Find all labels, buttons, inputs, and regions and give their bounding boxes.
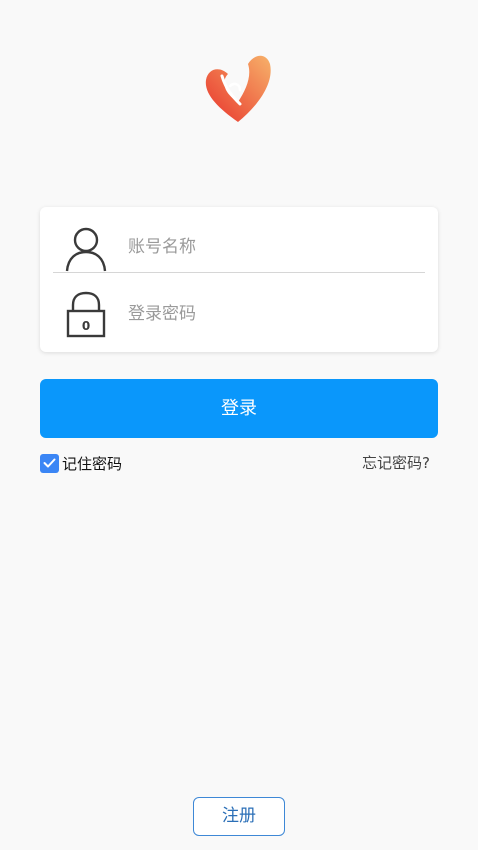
- login-form-card: 0: [40, 207, 438, 352]
- lock-digit: 0: [82, 319, 90, 333]
- form-divider: [53, 272, 425, 273]
- checkmark-icon: [43, 458, 56, 468]
- username-row: [40, 213, 438, 279]
- login-button[interactable]: 登录: [40, 379, 438, 438]
- username-input[interactable]: [126, 227, 420, 267]
- register-button[interactable]: 注册: [193, 797, 285, 836]
- login-page: 0 登录 记住密码 忘记密码? 注册: [0, 0, 478, 850]
- remember-password-toggle[interactable]: 记住密码: [40, 452, 122, 474]
- password-row: 0: [40, 280, 438, 346]
- remember-checkbox[interactable]: [40, 453, 59, 473]
- password-input[interactable]: [126, 294, 420, 334]
- lock-icon: 0: [66, 291, 106, 338]
- forgot-password-link[interactable]: 忘记密码?: [362, 452, 430, 474]
- user-icon: [65, 227, 107, 272]
- remember-password-label: 记住密码: [62, 454, 123, 473]
- heart-logo-icon: [205, 55, 271, 122]
